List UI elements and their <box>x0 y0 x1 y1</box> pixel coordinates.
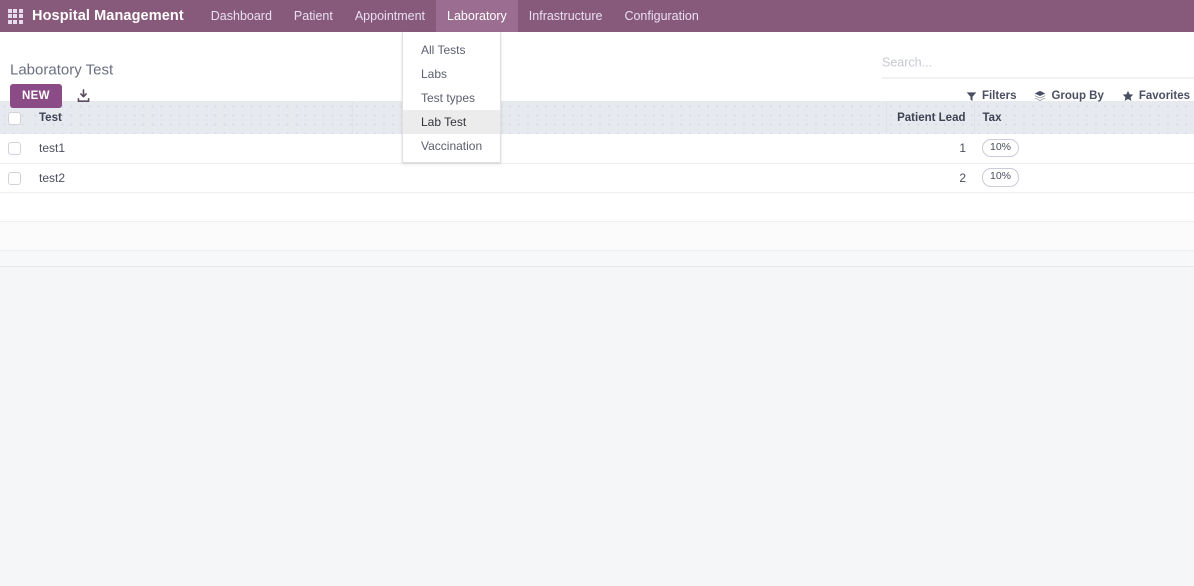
grid-apps-icon <box>7 8 23 24</box>
table-header-row: Test Patient Lead Tax <box>0 102 1194 134</box>
nav-item-dashboard[interactable]: Dashboard <box>200 0 283 32</box>
cell-spacer <box>352 163 886 193</box>
nav-item-laboratory[interactable]: Laboratory <box>436 0 518 32</box>
group-by-label: Group By <box>1051 90 1104 102</box>
cell-test: test2 <box>31 163 352 193</box>
empty-row <box>0 221 1194 251</box>
tax-badge: 10% <box>982 168 1020 187</box>
table-header: Test Patient Lead Tax <box>0 102 1194 134</box>
cell-test: test1 <box>31 134 352 164</box>
row-select-cell <box>0 134 31 164</box>
row-checkbox[interactable] <box>8 171 21 185</box>
select-all-checkbox[interactable] <box>8 111 21 125</box>
nav-item-appointment[interactable]: Appointment <box>344 0 436 32</box>
tax-badge: 10% <box>982 139 1020 158</box>
nav-item-patient[interactable]: Patient <box>283 0 344 32</box>
search-input[interactable] <box>882 55 1194 70</box>
favorites-label: Favorites <box>1138 90 1190 102</box>
dropdown-item-all-tests[interactable]: All Tests <box>403 38 500 62</box>
nav-item-configuration[interactable]: Configuration <box>613 0 709 32</box>
dropdown-item-lab-test[interactable]: Lab Test <box>403 110 500 134</box>
filters-label: Filters <box>981 90 1017 102</box>
import-button[interactable] <box>72 87 95 106</box>
list-footer <box>0 250 1194 267</box>
favorites-button[interactable]: Favorites <box>1122 90 1190 102</box>
search-view <box>882 54 1194 79</box>
column-header-tax[interactable]: Tax <box>974 102 1194 134</box>
dropdown-item-labs[interactable]: Labs <box>403 62 500 86</box>
group-by-button[interactable]: Group By <box>1034 90 1104 102</box>
cell-patient-lead: 2 <box>886 163 974 193</box>
dropdown-item-vaccination[interactable]: Vaccination <box>403 134 500 158</box>
apps-menu-button[interactable] <box>0 0 30 32</box>
control-panel: Laboratory Test NEW Filters Group By <box>0 32 1194 108</box>
download-import-icon <box>77 88 90 102</box>
list-view: Test Patient Lead Tax test1 1 10% test2 … <box>0 102 1194 267</box>
row-checkbox[interactable] <box>8 142 21 156</box>
column-header-patient-lead[interactable]: Patient Lead <box>886 102 975 134</box>
page-title: Laboratory Test <box>10 61 114 79</box>
table-row[interactable]: test2 2 10% <box>0 163 1194 193</box>
search-dropdown-buttons: Filters Group By Favorites <box>966 90 1190 102</box>
dropdown-item-test-types[interactable]: Test types <box>403 86 500 110</box>
filters-button[interactable]: Filters <box>966 90 1017 102</box>
records-table: Test Patient Lead Tax test1 1 10% test2 … <box>0 102 1194 251</box>
layers-icon <box>1035 90 1046 101</box>
cell-patient-lead: 1 <box>886 134 974 164</box>
navbar-menu: Dashboard Patient Appointment Laboratory… <box>200 0 710 32</box>
cell-tax: 10% <box>974 163 1194 193</box>
cell-tax: 10% <box>974 134 1194 164</box>
star-icon <box>1122 90 1134 101</box>
funnel-icon <box>966 91 977 101</box>
laboratory-dropdown-menu: All Tests Labs Test types Lab Test Vacci… <box>402 32 501 163</box>
table-body: test1 1 10% test2 2 10% <box>0 134 1194 251</box>
control-panel-buttons: NEW <box>10 84 95 108</box>
new-button[interactable]: NEW <box>10 84 62 108</box>
app-brand-title[interactable]: Hospital Management <box>30 0 200 32</box>
row-select-cell <box>0 163 31 193</box>
top-navbar: Hospital Management Dashboard Patient Ap… <box>0 0 1194 32</box>
table-row[interactable]: test1 1 10% <box>0 134 1194 164</box>
nav-item-infrastructure[interactable]: Infrastructure <box>518 0 614 32</box>
empty-row <box>0 192 1194 222</box>
